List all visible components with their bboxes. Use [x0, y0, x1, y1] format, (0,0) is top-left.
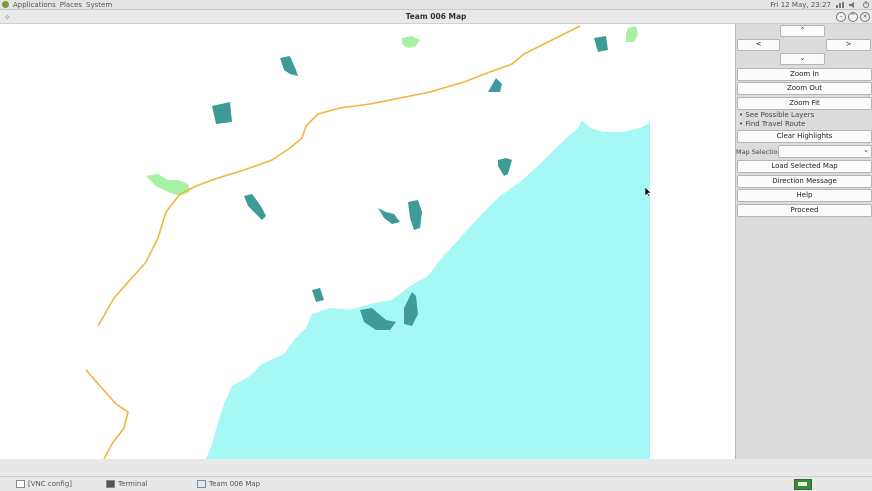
building-4: [594, 36, 608, 52]
system-top-bar: Applications Places System Fri 12 May, 2…: [0, 0, 872, 10]
taskbar-item-label: [VNC config]: [28, 480, 73, 488]
chevron-down-icon: ⌄: [799, 54, 806, 62]
zoom-fit-button[interactable]: Zoom Fit: [737, 97, 872, 110]
pan-left-button[interactable]: <: [737, 39, 780, 51]
building-3: [488, 78, 502, 92]
window-title: Team 006 Map: [405, 12, 467, 21]
road-southwest: [85, 369, 129, 459]
chevron-up-icon: ⌃: [799, 26, 806, 34]
pan-right-button[interactable]: >: [826, 39, 871, 51]
control-panel: ⌃ < > ⌄ Zoom In Zoom Out Zoom Fit • See …: [735, 24, 872, 459]
pan-up-button[interactable]: ⌃: [780, 25, 825, 37]
chevron-right-icon: >: [845, 40, 852, 48]
applications-menu[interactable]: Applications: [13, 1, 56, 9]
window-icon: [197, 480, 206, 488]
close-icon[interactable]: ×: [860, 12, 870, 22]
map-canvas[interactable]: [0, 24, 735, 459]
building-7: [378, 208, 400, 224]
clock[interactable]: Fri 12 May, 23:27: [770, 1, 831, 9]
taskbar-item-label: Terminal: [118, 480, 148, 488]
map-drawing[interactable]: [0, 24, 735, 459]
pan-down-button[interactable]: ⌄: [780, 53, 825, 65]
map-selection-dropdown[interactable]: ⌄: [778, 145, 872, 158]
taskbar-item-vnc-config[interactable]: [VNC config]: [16, 480, 72, 488]
mouse-cursor-icon: [645, 187, 652, 197]
taskbar-item-label: Team 006 Map: [209, 480, 261, 488]
places-menu[interactable]: Places: [60, 1, 82, 9]
park-northeast: [626, 26, 638, 42]
help-button[interactable]: Help: [737, 189, 872, 202]
building-9: [312, 288, 324, 302]
building-2: [280, 56, 298, 76]
minimize-icon[interactable]: –: [836, 12, 846, 22]
workspace-switcher[interactable]: [794, 479, 812, 490]
zoom-in-button[interactable]: Zoom In: [737, 68, 872, 81]
proceed-button[interactable]: Proceed: [737, 204, 872, 217]
park-north: [402, 36, 420, 48]
direction-message-button[interactable]: Direction Message: [737, 175, 872, 188]
building-6: [244, 194, 266, 220]
clear-highlights-button[interactable]: Clear Highlights: [737, 130, 872, 143]
maximize-icon[interactable]: ^: [848, 12, 858, 22]
find-route-item[interactable]: • Find Travel Route: [739, 120, 805, 128]
building-1: [212, 102, 232, 124]
taskbar: [VNC config] Terminal Team 006 Map: [0, 476, 872, 491]
building-8: [408, 200, 422, 230]
water-body: [206, 118, 650, 459]
window-title-bar[interactable]: ✧ Team 006 Map – ^ ×: [0, 10, 872, 24]
map-selection-label: Map Selection: [736, 148, 782, 156]
terminal-icon: [106, 480, 115, 488]
chevron-left-icon: <: [755, 40, 762, 48]
distro-logo-icon[interactable]: [2, 1, 9, 8]
window-icon: [16, 480, 25, 488]
system-menu[interactable]: System: [86, 1, 112, 9]
taskbar-item-team-006-map[interactable]: Team 006 Map: [197, 480, 260, 488]
chevron-down-icon: ⌄: [863, 146, 869, 154]
power-icon[interactable]: [862, 1, 870, 8]
building-5: [498, 158, 512, 176]
network-icon[interactable]: [836, 1, 844, 8]
zoom-out-button[interactable]: Zoom Out: [737, 82, 872, 95]
taskbar-item-terminal[interactable]: Terminal: [106, 480, 148, 488]
volume-icon[interactable]: [849, 1, 857, 8]
load-selected-map-button[interactable]: Load Selected Map: [737, 160, 872, 173]
see-layers-item[interactable]: • See Possible Layers: [739, 111, 814, 119]
